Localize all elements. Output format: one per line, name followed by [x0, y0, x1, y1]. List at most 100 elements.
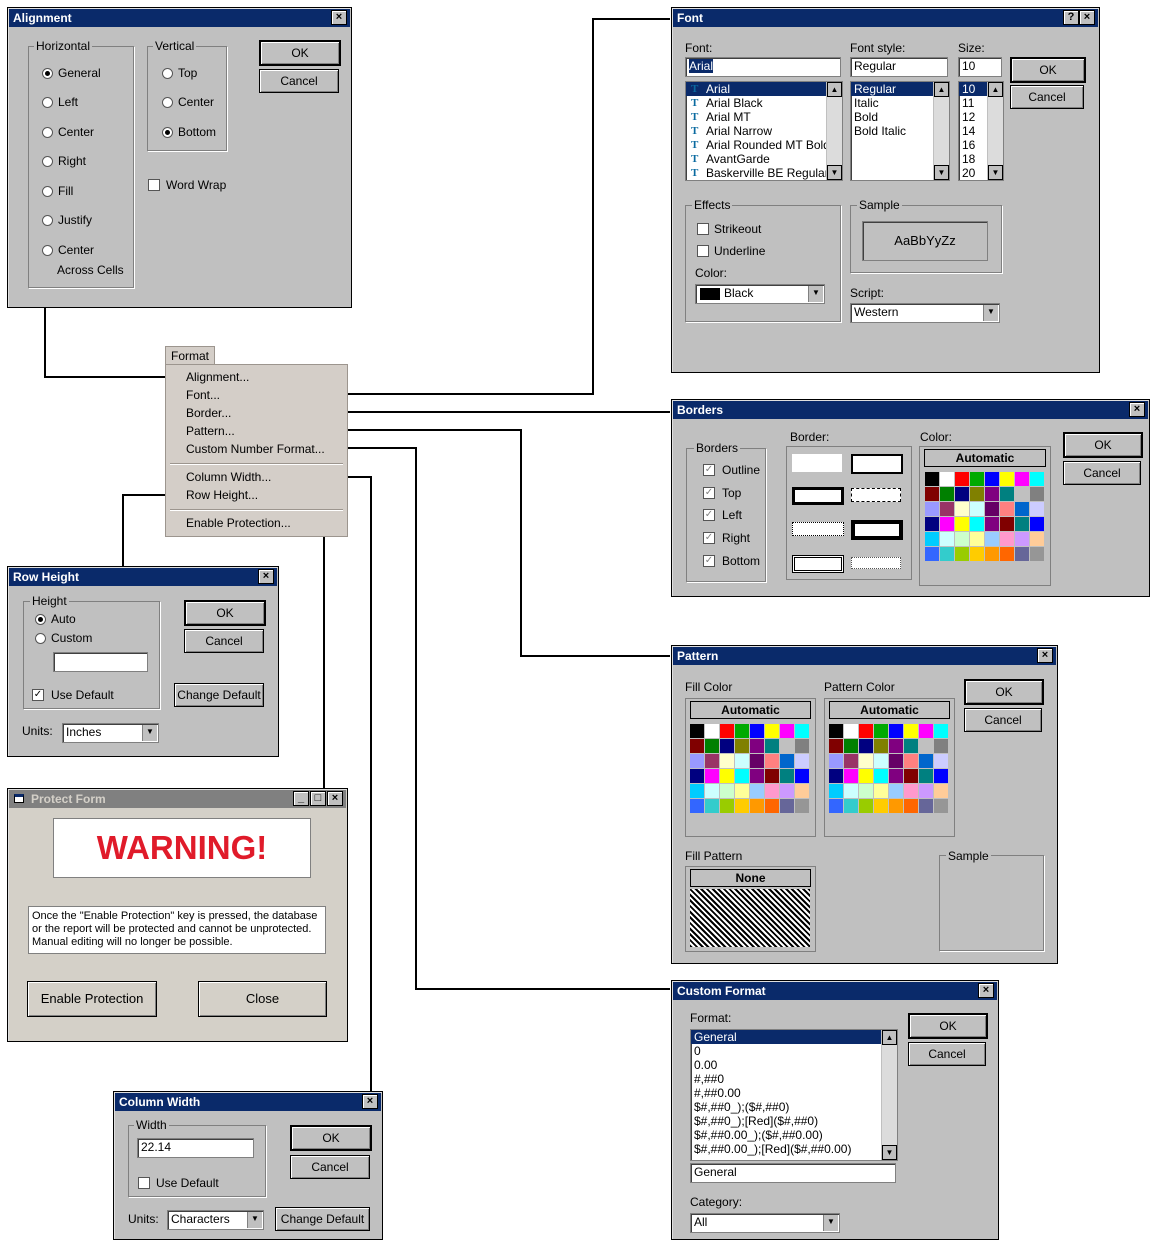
color-swatch[interactable]: [874, 739, 888, 753]
pattern-swatch-grid[interactable]: [690, 889, 810, 947]
color-swatch[interactable]: [1030, 487, 1044, 501]
font-list-item[interactable]: T Arial Narrow: [686, 124, 842, 138]
border-color-palette[interactable]: [925, 472, 1044, 561]
color-swatch[interactable]: [934, 739, 948, 753]
color-swatch[interactable]: [844, 739, 858, 753]
color-swatch[interactable]: [829, 739, 843, 753]
color-swatch[interactable]: [934, 784, 948, 798]
menu-item-font[interactable]: Font...: [186, 388, 220, 402]
color-swatch[interactable]: [720, 724, 734, 738]
color-swatch[interactable]: [970, 472, 984, 486]
color-swatch[interactable]: [889, 799, 903, 813]
color-swatch[interactable]: [889, 769, 903, 783]
color-swatch[interactable]: [780, 799, 794, 813]
use-default-checkbox[interactable]: ✓: [32, 689, 44, 701]
radio-custom[interactable]: [35, 633, 46, 644]
color-swatch[interactable]: [765, 724, 779, 738]
strikeout-checkbox[interactable]: [697, 223, 709, 235]
color-swatch[interactable]: [1030, 532, 1044, 546]
cancel-button[interactable]: Cancel: [908, 1042, 986, 1066]
color-swatch[interactable]: [940, 487, 954, 501]
color-swatch[interactable]: [925, 547, 939, 561]
color-swatch[interactable]: [720, 769, 734, 783]
color-swatch[interactable]: [720, 799, 734, 813]
color-swatch[interactable]: [690, 784, 704, 798]
color-swatch[interactable]: [705, 754, 719, 768]
color-swatch[interactable]: [1000, 532, 1014, 546]
color-swatch[interactable]: [780, 739, 794, 753]
color-swatch[interactable]: [1015, 502, 1029, 516]
maximize-icon[interactable]: □: [310, 791, 326, 806]
color-swatch[interactable]: [985, 547, 999, 561]
color-swatch[interactable]: [1015, 472, 1029, 486]
format-list-item[interactable]: $#,##0_);[Red]($#,##0): [691, 1114, 897, 1128]
units-select[interactable]: Inches ▼: [62, 723, 159, 743]
ok-button[interactable]: OK: [964, 679, 1044, 705]
color-swatch[interactable]: [919, 739, 933, 753]
color-swatch[interactable]: [859, 739, 873, 753]
font-list[interactable]: T Arial T Arial Black T Arial MT T Arial Nar…: [685, 81, 843, 181]
radio-justify[interactable]: [42, 215, 53, 226]
format-list-item[interactable]: $#,##0.00_);($#,##0.00): [691, 1128, 897, 1142]
radio-left[interactable]: [42, 97, 53, 108]
format-list-item[interactable]: #,##0.00: [691, 1086, 897, 1100]
color-swatch[interactable]: [780, 724, 794, 738]
word-wrap-checkbox[interactable]: [148, 179, 160, 191]
format-list[interactable]: General 0 0.00 #,##0 #,##0.00 $#,##0_);(…: [690, 1029, 898, 1161]
color-swatch[interactable]: [985, 487, 999, 501]
color-swatch[interactable]: [934, 799, 948, 813]
color-swatch[interactable]: [859, 769, 873, 783]
format-input[interactable]: General: [690, 1163, 896, 1183]
color-swatch[interactable]: [720, 784, 734, 798]
color-swatch[interactable]: [934, 769, 948, 783]
font-input[interactable]: Arial: [685, 57, 841, 77]
color-swatch[interactable]: [829, 769, 843, 783]
enable-protection-button[interactable]: Enable Protection: [27, 981, 157, 1017]
color-swatch[interactable]: [919, 799, 933, 813]
chevron-down-icon[interactable]: ▼: [142, 725, 157, 741]
cancel-button[interactable]: Cancel: [184, 629, 264, 653]
color-swatch[interactable]: [1000, 487, 1014, 501]
color-swatch[interactable]: [844, 724, 858, 738]
color-swatch[interactable]: [919, 724, 933, 738]
font-list-item[interactable]: T Baskerville BE Regular: [686, 166, 842, 180]
color-swatch[interactable]: [955, 532, 969, 546]
close-icon[interactable]: ×: [1079, 10, 1095, 25]
color-swatch[interactable]: [780, 754, 794, 768]
color-swatch[interactable]: [765, 754, 779, 768]
color-swatch[interactable]: [904, 739, 918, 753]
color-swatch[interactable]: [859, 754, 873, 768]
border-style-hair[interactable]: [851, 557, 901, 569]
menu-item-pattern[interactable]: Pattern...: [186, 424, 235, 438]
change-default-button[interactable]: Change Default: [275, 1207, 370, 1231]
font-list-item[interactable]: T Arial MT: [686, 110, 842, 124]
color-swatch[interactable]: [780, 784, 794, 798]
color-swatch[interactable]: [844, 799, 858, 813]
color-swatch[interactable]: [720, 739, 734, 753]
font-list-item[interactable]: T Arial: [686, 82, 842, 96]
color-swatch[interactable]: [750, 754, 764, 768]
color-swatch[interactable]: [690, 724, 704, 738]
color-swatch[interactable]: [690, 799, 704, 813]
color-swatch[interactable]: [925, 502, 939, 516]
color-swatch[interactable]: [940, 472, 954, 486]
close-icon[interactable]: ×: [327, 791, 343, 806]
radio-auto[interactable]: [35, 614, 46, 625]
color-swatch[interactable]: [1015, 547, 1029, 561]
color-swatch[interactable]: [690, 769, 704, 783]
color-swatch[interactable]: [795, 799, 809, 813]
color-swatch[interactable]: [1000, 517, 1014, 531]
size-input[interactable]: 10: [958, 57, 1002, 77]
border-style-double[interactable]: [792, 555, 844, 573]
menu-item-enable-protection[interactable]: Enable Protection...: [186, 516, 291, 530]
close-icon[interactable]: ×: [258, 569, 274, 584]
width-input[interactable]: 22.14: [137, 1138, 254, 1158]
color-swatch[interactable]: [925, 517, 939, 531]
font-list-item[interactable]: T Arial Rounded MT Bold: [686, 138, 842, 152]
color-swatch[interactable]: [735, 769, 749, 783]
color-swatch[interactable]: [859, 724, 873, 738]
color-swatch[interactable]: [970, 547, 984, 561]
color-swatch[interactable]: [934, 754, 948, 768]
color-swatch[interactable]: [765, 784, 779, 798]
color-swatch[interactable]: [705, 784, 719, 798]
